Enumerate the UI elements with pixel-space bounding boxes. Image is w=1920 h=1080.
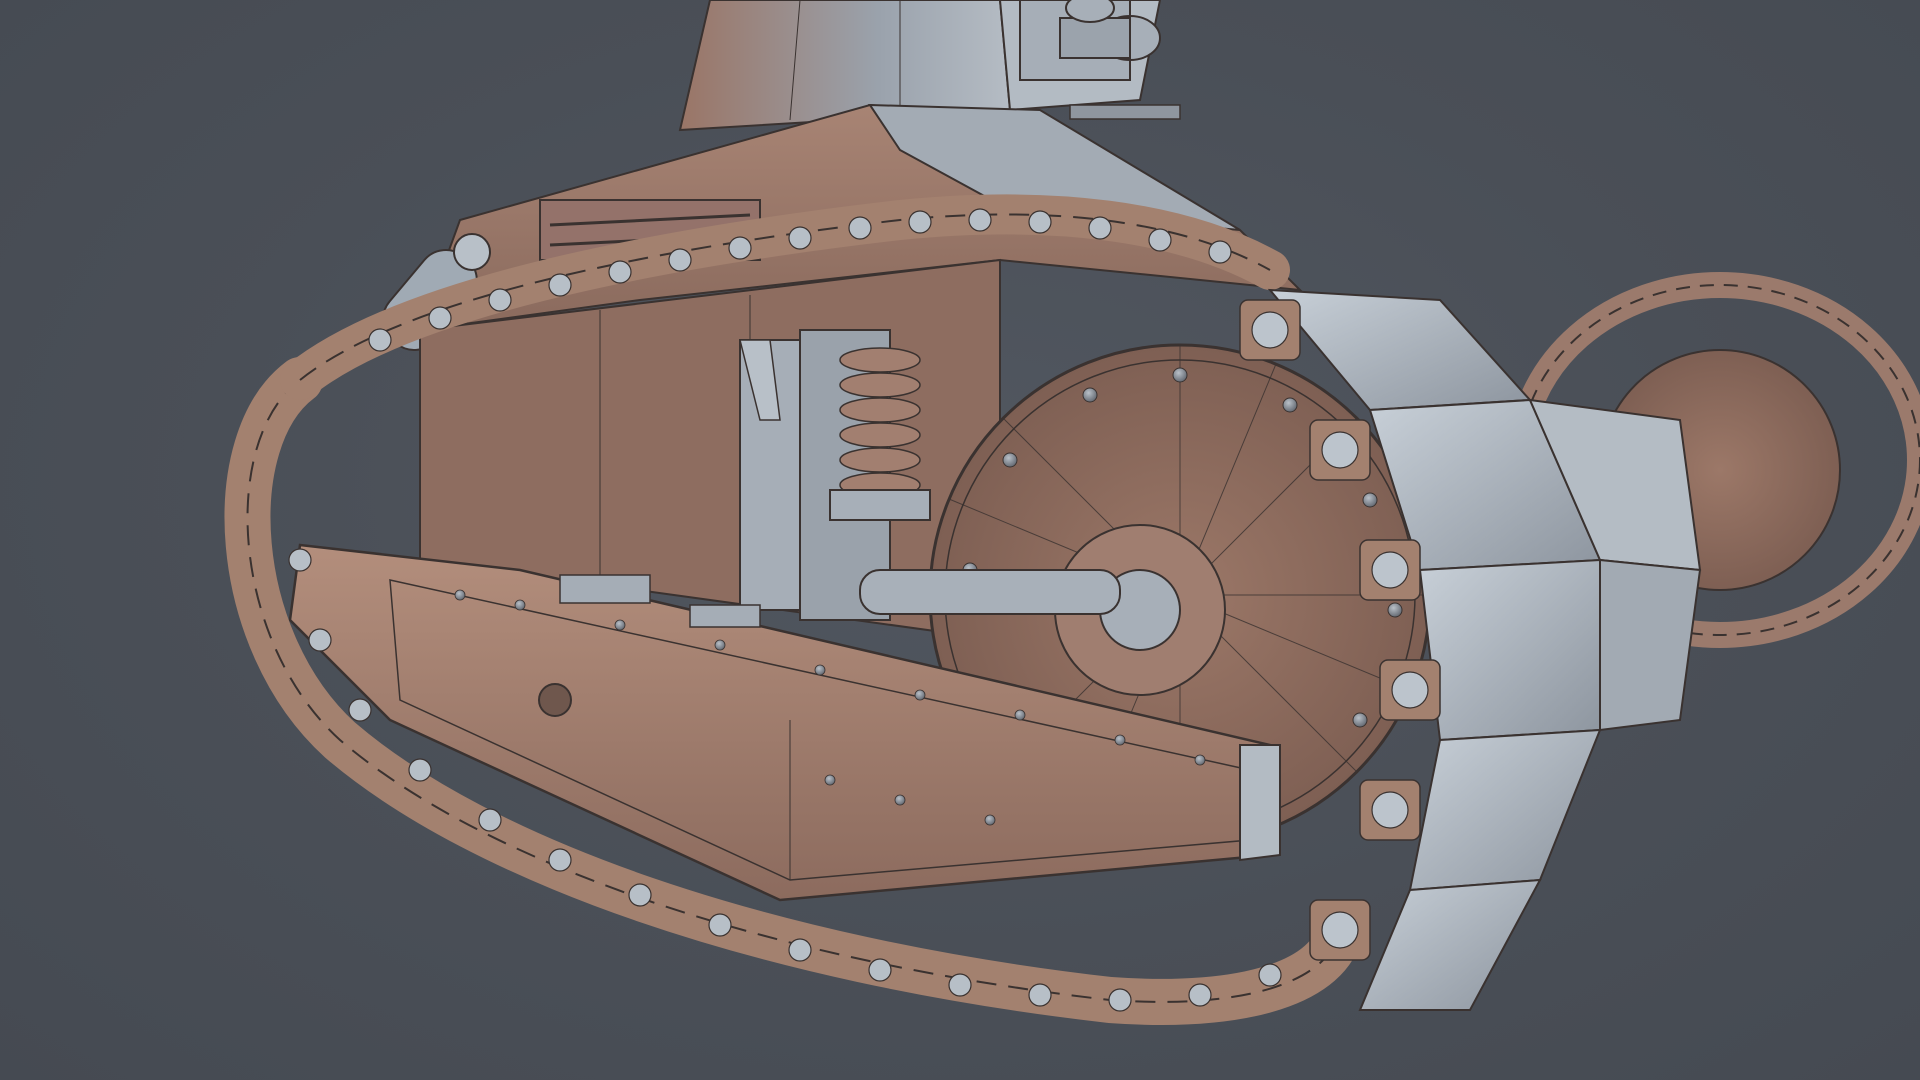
3d-viewport[interactable] xyxy=(0,0,1920,1080)
tank-model-render xyxy=(224,0,1920,1025)
